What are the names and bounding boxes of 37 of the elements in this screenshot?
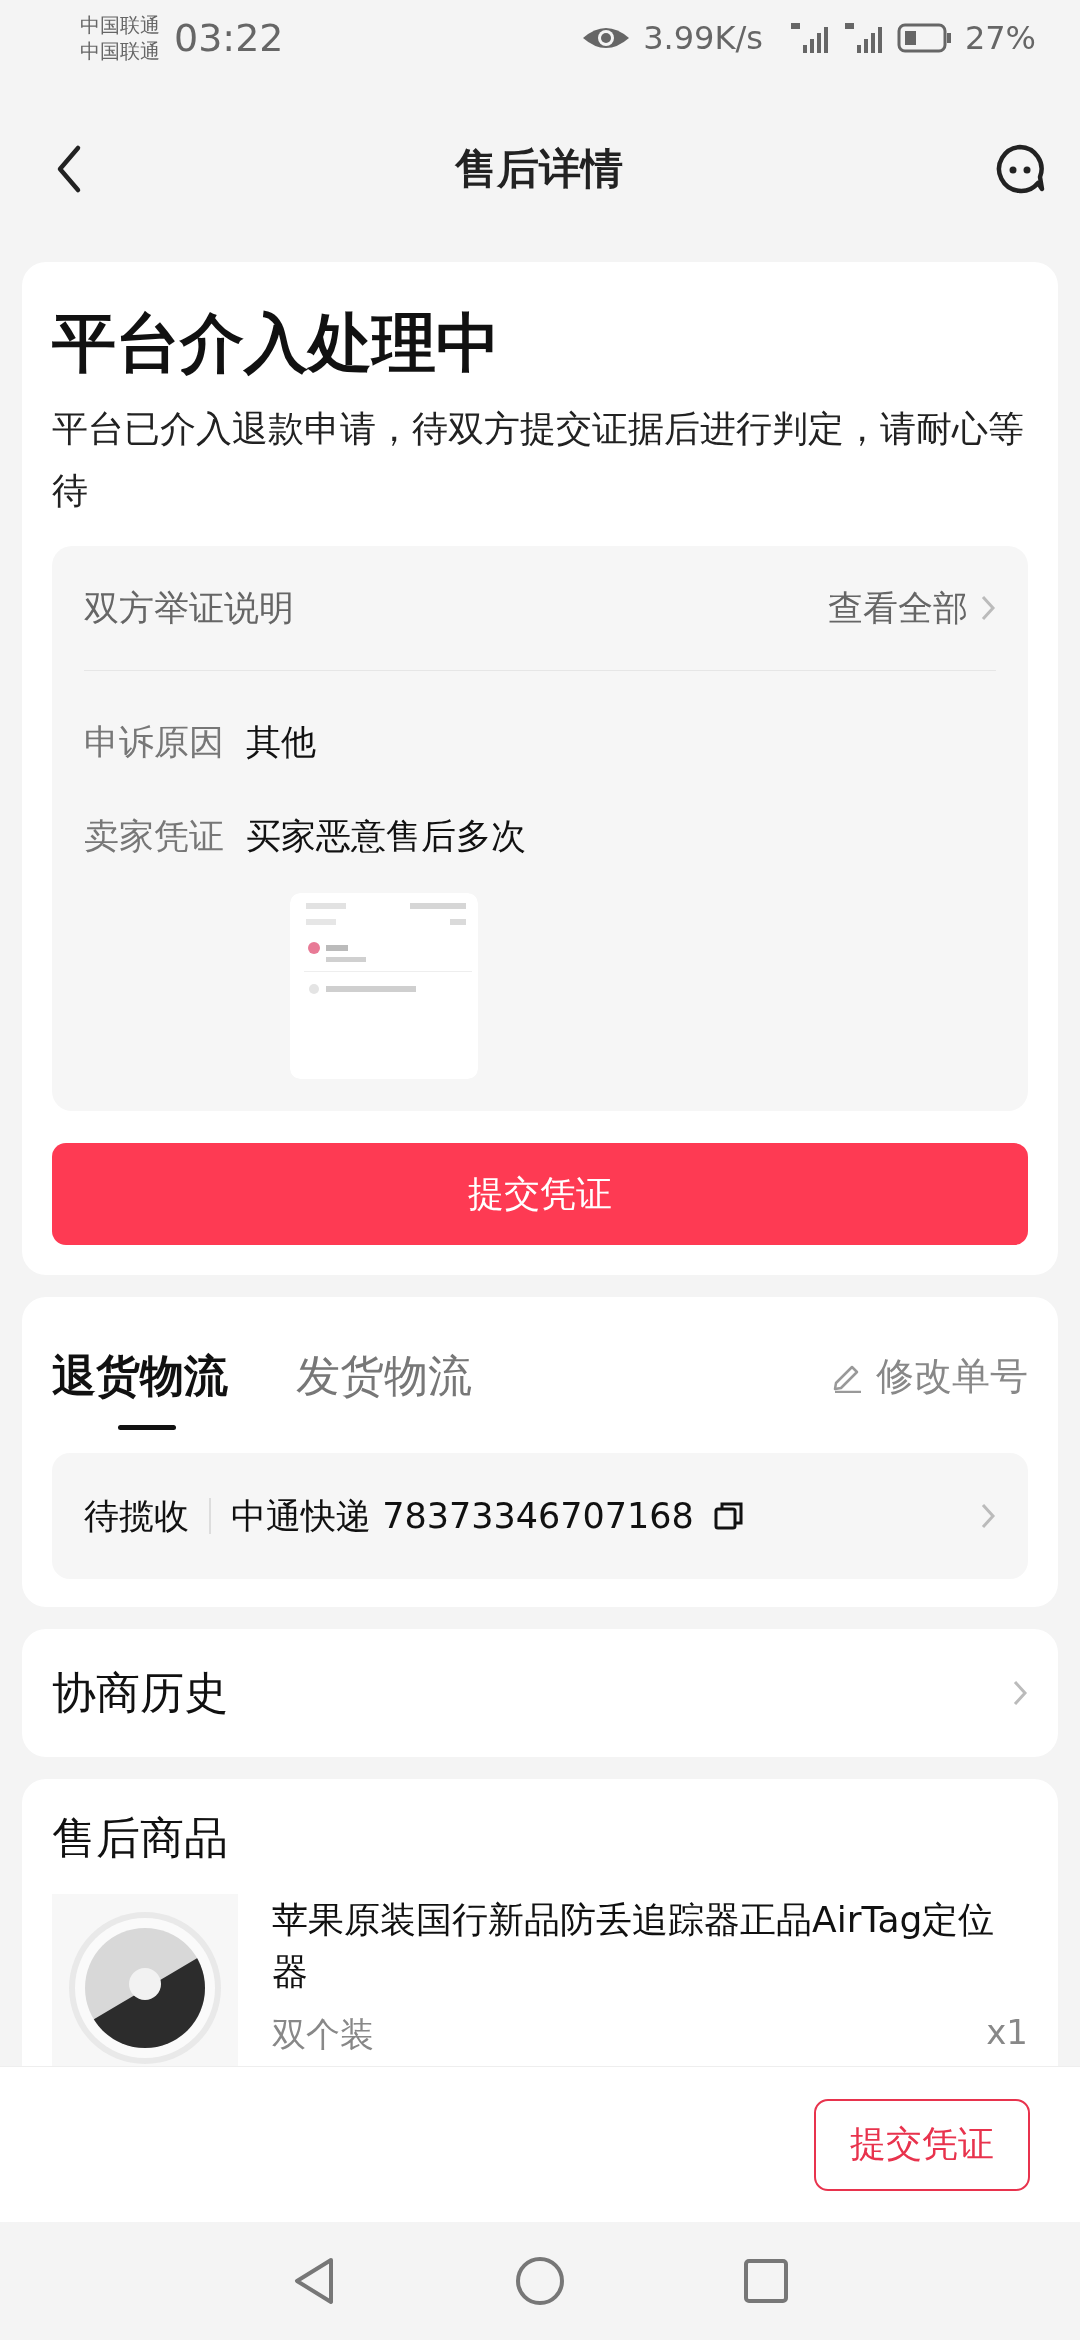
copy-icon[interactable] xyxy=(713,1501,744,1531)
view-all-link[interactable]: 查看全部 xyxy=(828,584,968,632)
recent-apps-icon[interactable] xyxy=(743,2258,789,2304)
field-value: 买家恶意售后多次 xyxy=(246,814,526,858)
product-variant: 双个装 xyxy=(272,2013,374,2056)
signal-icon xyxy=(842,21,885,55)
submit-evidence-button[interactable]: 提交凭证 xyxy=(52,1143,1028,1245)
status-description: 平台已介入退款申请，待双方提交证据后进行判定，请耐心等待 xyxy=(52,407,1025,513)
section-label: 双方举证说明 xyxy=(84,586,294,630)
signal-icon xyxy=(788,21,831,55)
page-title: 售后详情 xyxy=(455,143,623,195)
chevron-icon xyxy=(980,1502,996,1530)
support-icon[interactable] xyxy=(994,143,1046,195)
status-title: 平台介入处理中 xyxy=(52,305,501,382)
product-quantity: x1 xyxy=(986,2012,1028,2054)
network-speed: 3.99K/s xyxy=(643,19,763,57)
edit-number-link[interactable]: 修改单号 xyxy=(876,1350,1028,1402)
history-row[interactable]: 协商历史 xyxy=(22,1629,1058,1757)
home-icon[interactable] xyxy=(515,2256,565,2306)
product-name: 苹果原装国行新品防丢追踪器正品AirTag定位器 xyxy=(272,1898,996,1994)
carrier-name: 中国联通 xyxy=(80,38,160,64)
tracking-row[interactable]: 待揽收 中通快递 78373346707168 xyxy=(52,1453,1028,1579)
battery-percent: 27% xyxy=(964,19,1036,57)
field-value: 其他 xyxy=(246,720,316,764)
section-title: 售后商品 xyxy=(52,1811,229,1865)
clock-time: 03:22 xyxy=(174,16,284,60)
carrier-name: 中国联通 xyxy=(80,12,160,38)
chevron-icon xyxy=(980,594,996,622)
chevron-icon xyxy=(1012,1679,1028,1707)
tab[interactable]: 退货物流 xyxy=(52,1346,228,1430)
field-label: 申诉原因 xyxy=(84,720,224,764)
tracking-number: 中通快递 78373346707168 xyxy=(231,1494,694,1538)
tracking-status: 待揽收 xyxy=(84,1494,189,1538)
battery-icon xyxy=(896,22,953,54)
field-label: 卖家凭证 xyxy=(84,814,224,858)
submit-evidence-button[interactable]: 提交凭证 xyxy=(814,2098,1030,2191)
tab[interactable]: 发货物流 xyxy=(296,1346,472,1430)
